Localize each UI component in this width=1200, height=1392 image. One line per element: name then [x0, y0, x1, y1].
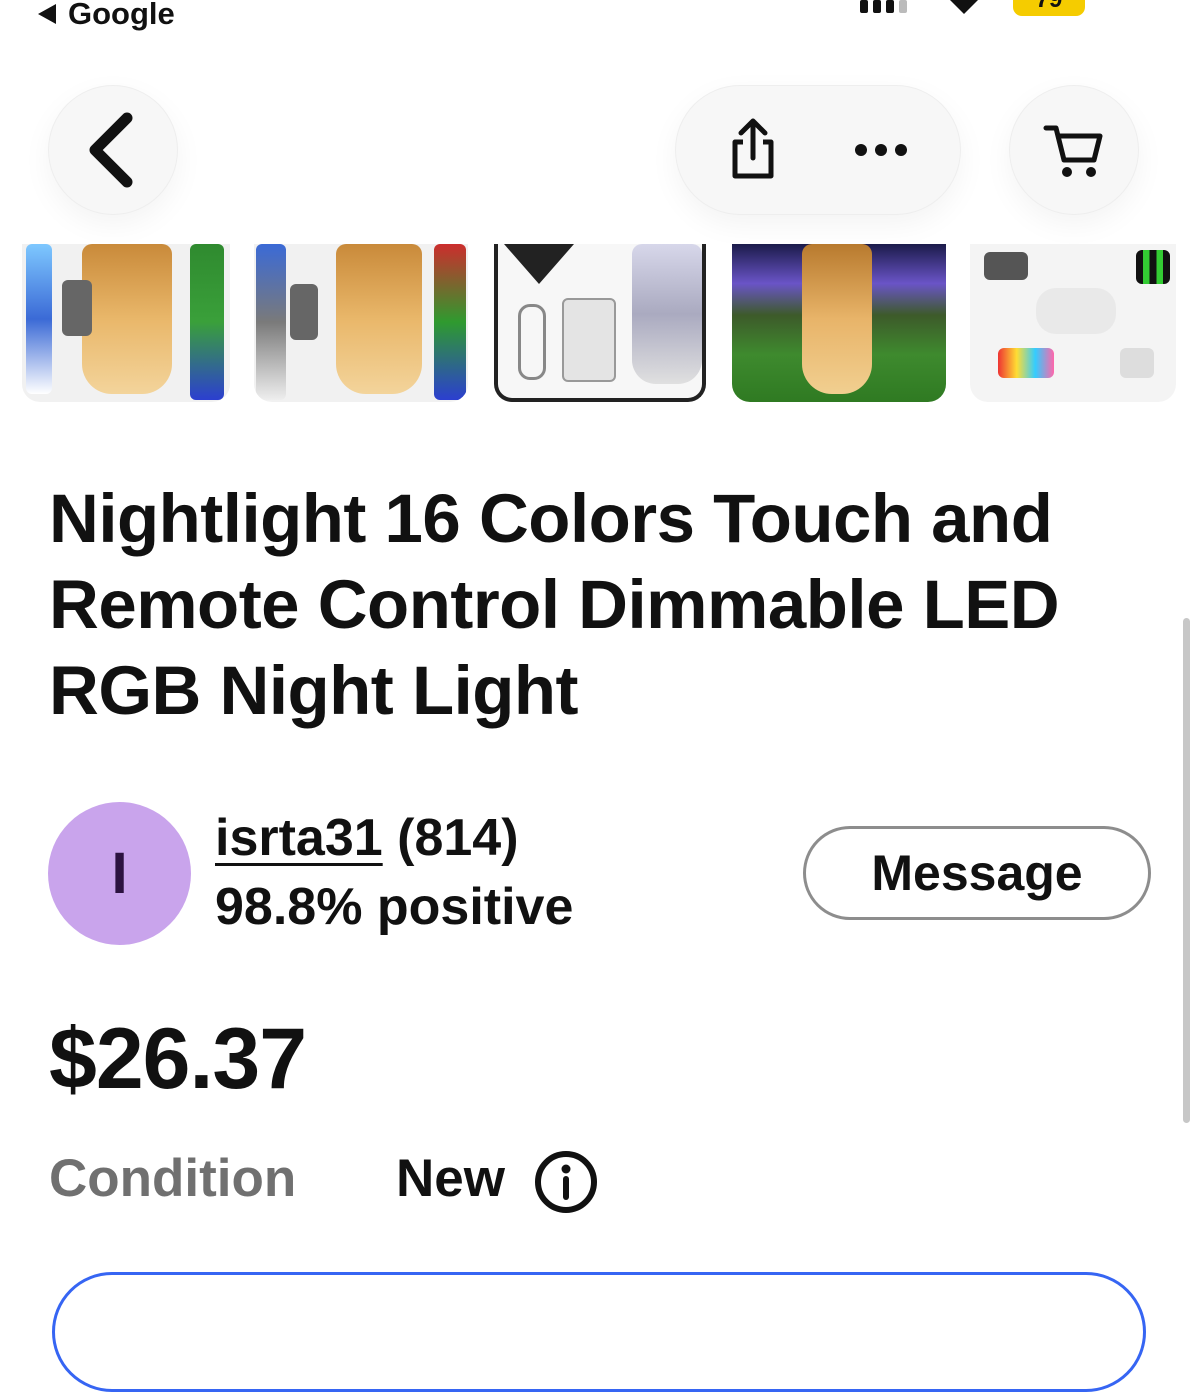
product-image-1[interactable] — [22, 244, 230, 402]
seller-positive-rating: 98.8% positive — [215, 878, 574, 936]
condition-label: Condition — [49, 1149, 297, 1208]
back-triangle-icon — [38, 4, 56, 24]
wifi-icon — [950, 0, 978, 14]
cart-button[interactable] — [1010, 86, 1138, 214]
status-bar: Google 79 — [0, 0, 1200, 40]
battery-indicator: 79 — [1013, 0, 1085, 16]
back-app-label: Google — [68, 0, 175, 31]
scroll-indicator[interactable] — [1183, 618, 1190, 1123]
product-image-3[interactable] — [494, 244, 706, 402]
cart-icon — [1042, 118, 1106, 182]
action-button-partial[interactable] — [52, 1272, 1146, 1392]
info-icon[interactable] — [534, 1150, 598, 1214]
condition-value: New — [396, 1149, 505, 1208]
back-to-app-link[interactable]: Google — [38, 0, 175, 32]
seller-info: isrta31 (814) — [215, 808, 519, 868]
image-gallery[interactable] — [0, 244, 1200, 404]
product-image-2[interactable] — [254, 244, 468, 402]
cellular-signal-icon — [860, 0, 907, 13]
message-seller-button[interactable]: Message — [803, 826, 1151, 920]
share-icon[interactable] — [725, 118, 781, 182]
seller-feedback-count: (814) — [397, 809, 519, 867]
product-image-4[interactable] — [732, 244, 946, 402]
chevron-left-icon — [83, 110, 143, 190]
seller-name-link[interactable]: isrta31 — [215, 809, 383, 867]
actions-pill — [676, 86, 960, 214]
avatar-letter: I — [111, 841, 128, 906]
price: $26.37 — [49, 1011, 307, 1107]
back-button[interactable] — [49, 86, 177, 214]
seller-avatar[interactable]: I — [48, 802, 191, 945]
listing-title: Nightlight 16 Colors Touch and Remote Co… — [49, 480, 1060, 729]
product-image-5[interactable] — [970, 244, 1176, 402]
more-icon[interactable] — [851, 140, 911, 160]
